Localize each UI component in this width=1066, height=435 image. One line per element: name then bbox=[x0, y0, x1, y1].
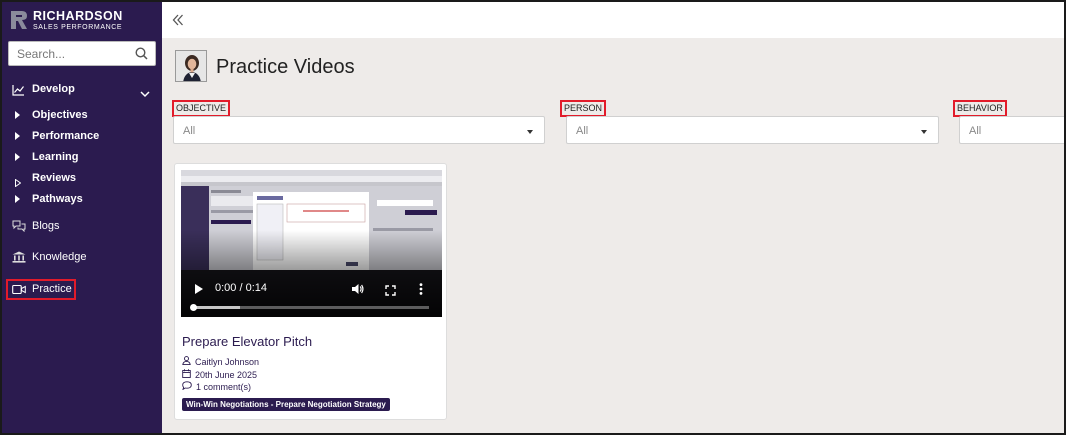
triangle-right-icon bbox=[15, 132, 20, 140]
triangle-right-icon bbox=[15, 153, 20, 161]
bank-icon bbox=[12, 250, 26, 268]
double-chevron-left-icon[interactable] bbox=[172, 13, 184, 31]
page-title: Practice Videos bbox=[216, 56, 355, 78]
video-title[interactable]: Prepare Elevator Pitch bbox=[182, 334, 312, 349]
triangle-right-icon bbox=[15, 111, 20, 119]
video-controls: 0:00 / 0:14 bbox=[181, 278, 442, 317]
sidebar-item-label: Performance bbox=[32, 130, 100, 142]
caret-down-icon bbox=[527, 130, 533, 134]
video-player[interactable]: 0:00 / 0:14 bbox=[181, 170, 442, 317]
objective-select-value: All bbox=[183, 125, 196, 137]
search-input[interactable] bbox=[17, 43, 137, 65]
video-comments-text: 1 comment(s) bbox=[196, 381, 252, 392]
highlight-box bbox=[6, 279, 76, 300]
person-select[interactable]: All bbox=[566, 116, 939, 144]
sidebar-item-label: Learning bbox=[32, 151, 79, 163]
sidebar-item-performance[interactable]: Performance bbox=[2, 127, 162, 145]
sidebar-item-blogs[interactable]: Blogs bbox=[2, 216, 162, 236]
more-vertical-icon[interactable] bbox=[419, 282, 423, 300]
fullscreen-icon[interactable] bbox=[385, 283, 396, 301]
video-date: 20th June 2025 bbox=[182, 369, 257, 380]
video-person-name: Caitlyn Johnson bbox=[195, 356, 260, 367]
user-icon bbox=[182, 356, 191, 367]
sidebar-item-objectives[interactable]: Objectives bbox=[2, 106, 162, 124]
behavior-select-value: All bbox=[969, 125, 982, 137]
video-time: 0:00 / 0:14 bbox=[215, 282, 267, 294]
video-card[interactable]: 0:00 / 0:14 Prepare Elevator Pitch Caitl… bbox=[174, 163, 447, 420]
video-progress-bar[interactable] bbox=[190, 304, 429, 311]
app-window: RICHARDSON SALES PERFORMANCE Develop bbox=[0, 0, 1066, 435]
sidebar-item-knowledge[interactable]: Knowledge bbox=[2, 247, 162, 267]
avatar[interactable] bbox=[175, 50, 207, 82]
person-select-value: All bbox=[576, 125, 589, 137]
filter-label-behavior: BEHAVIOR bbox=[953, 100, 1007, 117]
search-box bbox=[8, 41, 156, 66]
behavior-tag: Win-Win Negotiations - Prepare Negotiati… bbox=[182, 398, 390, 411]
chat-bubbles-icon bbox=[12, 219, 26, 237]
behavior-select[interactable]: All bbox=[959, 116, 1064, 144]
comment-icon bbox=[182, 381, 192, 392]
sidebar-item-label: Knowledge bbox=[32, 251, 87, 263]
sidebar-item-label: Objectives bbox=[32, 109, 88, 121]
sidebar-item-label: Blogs bbox=[32, 220, 60, 232]
video-person: Caitlyn Johnson bbox=[182, 356, 259, 367]
play-icon[interactable] bbox=[195, 284, 203, 294]
sidebar-item-label: Pathways bbox=[32, 193, 83, 205]
calendar-icon bbox=[182, 369, 191, 380]
main-content: Practice Videos OBJECTIVE All PERSON All… bbox=[162, 38, 1064, 433]
chevron-down-icon[interactable] bbox=[140, 85, 150, 103]
caret-down-icon bbox=[921, 130, 927, 134]
search-icon[interactable] bbox=[135, 47, 148, 65]
line-chart-icon bbox=[12, 83, 25, 101]
volume-icon[interactable] bbox=[351, 282, 364, 300]
sidebar-item-pathways[interactable]: Pathways bbox=[2, 190, 162, 208]
brand-mark-icon bbox=[10, 10, 28, 30]
brand-logo[interactable]: RICHARDSON SALES PERFORMANCE bbox=[10, 10, 123, 31]
filter-label-objective: OBJECTIVE bbox=[172, 100, 231, 117]
sidebar: RICHARDSON SALES PERFORMANCE Develop bbox=[2, 2, 162, 433]
sidebar-item-reviews[interactable]: Reviews bbox=[2, 169, 162, 188]
sidebar-item-learning[interactable]: Learning bbox=[2, 148, 162, 166]
objective-select[interactable]: All bbox=[173, 116, 545, 144]
video-comments[interactable]: 1 comment(s) bbox=[182, 381, 251, 392]
triangle-right-icon bbox=[15, 195, 20, 203]
video-progress-handle[interactable] bbox=[190, 304, 197, 311]
brand-tagline: SALES PERFORMANCE bbox=[33, 23, 123, 31]
video-progress-fill bbox=[193, 306, 241, 309]
sidebar-item-label: Reviews bbox=[32, 172, 77, 184]
filter-label-person: PERSON bbox=[560, 100, 607, 117]
sidebar-item-develop[interactable]: Develop bbox=[2, 80, 162, 100]
brand-name: RICHARDSON bbox=[33, 9, 123, 23]
top-bar bbox=[162, 2, 1064, 38]
video-date-text: 20th June 2025 bbox=[195, 369, 258, 380]
sidebar-item-label: Develop bbox=[32, 83, 75, 95]
